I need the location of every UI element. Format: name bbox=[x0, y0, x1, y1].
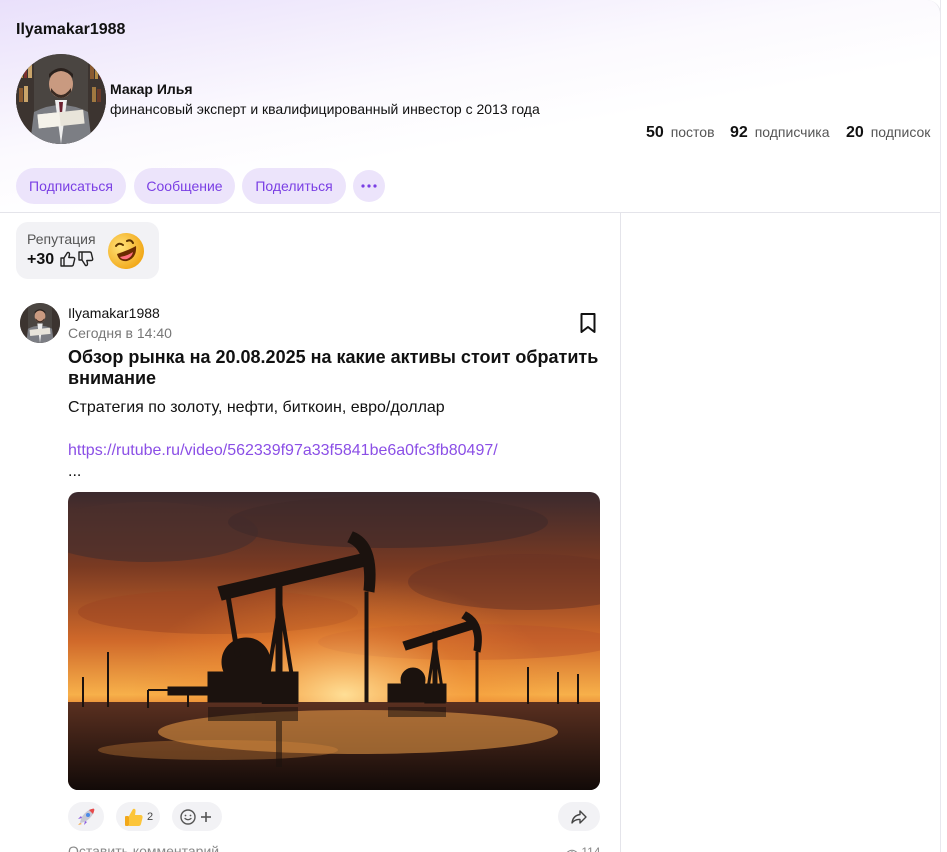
reputation-label: Репутация bbox=[27, 231, 96, 247]
post-title[interactable]: Обзор рынка на 20.08.2025 на какие актив… bbox=[68, 347, 608, 389]
bookmark-icon[interactable] bbox=[576, 311, 600, 335]
message-button[interactable]: Сообщение bbox=[134, 168, 235, 204]
post-text: Стратегия по золоту, нефти, биткоин, евр… bbox=[68, 399, 445, 416]
stat-following[interactable]: 20 подписок bbox=[846, 124, 930, 142]
more-dots-icon bbox=[361, 184, 377, 188]
thumbs-up-emoji-icon bbox=[124, 808, 143, 826]
post-timestamp: Сегодня в 14:40 bbox=[68, 325, 172, 341]
oil-pumpjack-sunset-image bbox=[68, 492, 600, 790]
post-image[interactable] bbox=[68, 492, 600, 790]
views-counter: 114 bbox=[566, 845, 600, 852]
rocket-icon bbox=[78, 808, 95, 825]
laughing-emoji-icon bbox=[108, 233, 144, 269]
post-author-avatar[interactable] bbox=[20, 303, 60, 343]
add-reaction-button[interactable] bbox=[172, 802, 222, 831]
comment-input[interactable]: Оставить комментарий bbox=[68, 843, 219, 852]
share-arrow-icon bbox=[571, 809, 587, 824]
rocket-reaction[interactable] bbox=[68, 802, 104, 831]
column-divider bbox=[620, 213, 621, 852]
subscribe-button[interactable]: Подписаться bbox=[16, 168, 126, 204]
followers-label: подписчика bbox=[754, 124, 830, 140]
header-divider bbox=[0, 212, 941, 213]
profile-name: Макар Илья bbox=[110, 81, 193, 97]
page-edge bbox=[940, 0, 941, 852]
reputation-card: Репутация +30 bbox=[16, 222, 159, 279]
avatar[interactable] bbox=[16, 54, 106, 144]
reputation-value: +30 bbox=[27, 251, 55, 268]
stat-posts[interactable]: 50 постов bbox=[646, 124, 715, 142]
posts-count: 50 bbox=[646, 124, 664, 141]
profile-bio: финансовый эксперт и квалифицированный и… bbox=[110, 101, 540, 117]
views-count: 114 bbox=[581, 845, 601, 852]
posts-label: постов bbox=[670, 124, 715, 140]
followers-count: 92 bbox=[730, 124, 748, 141]
profile-username: Ilyamakar1988 bbox=[16, 21, 126, 38]
share-button[interactable]: Поделиться bbox=[242, 168, 346, 204]
profile-header: Ilyamakar1988 Макар Илья финансовый эксп… bbox=[0, 0, 941, 212]
post-read-more[interactable]: ... bbox=[68, 463, 81, 481]
user-avatar-photo bbox=[20, 303, 60, 343]
stat-followers[interactable]: 92 подписчика bbox=[730, 124, 830, 142]
following-count: 20 bbox=[846, 124, 864, 141]
post-link[interactable]: https://rutube.ru/video/562339f97a33f584… bbox=[68, 442, 498, 460]
user-avatar-photo bbox=[16, 54, 106, 144]
thumbs-up-icon[interactable] bbox=[59, 250, 77, 268]
thumbs-down-icon[interactable] bbox=[77, 250, 95, 268]
following-label: подписок bbox=[870, 124, 931, 140]
like-count: 2 bbox=[146, 810, 154, 823]
add-emoji-icon bbox=[180, 808, 211, 825]
post-author-name[interactable]: Ilyamakar1988 bbox=[68, 305, 160, 321]
like-reaction[interactable]: 2 bbox=[116, 802, 160, 831]
share-post-button[interactable] bbox=[558, 802, 600, 831]
more-options-button[interactable] bbox=[353, 170, 385, 202]
